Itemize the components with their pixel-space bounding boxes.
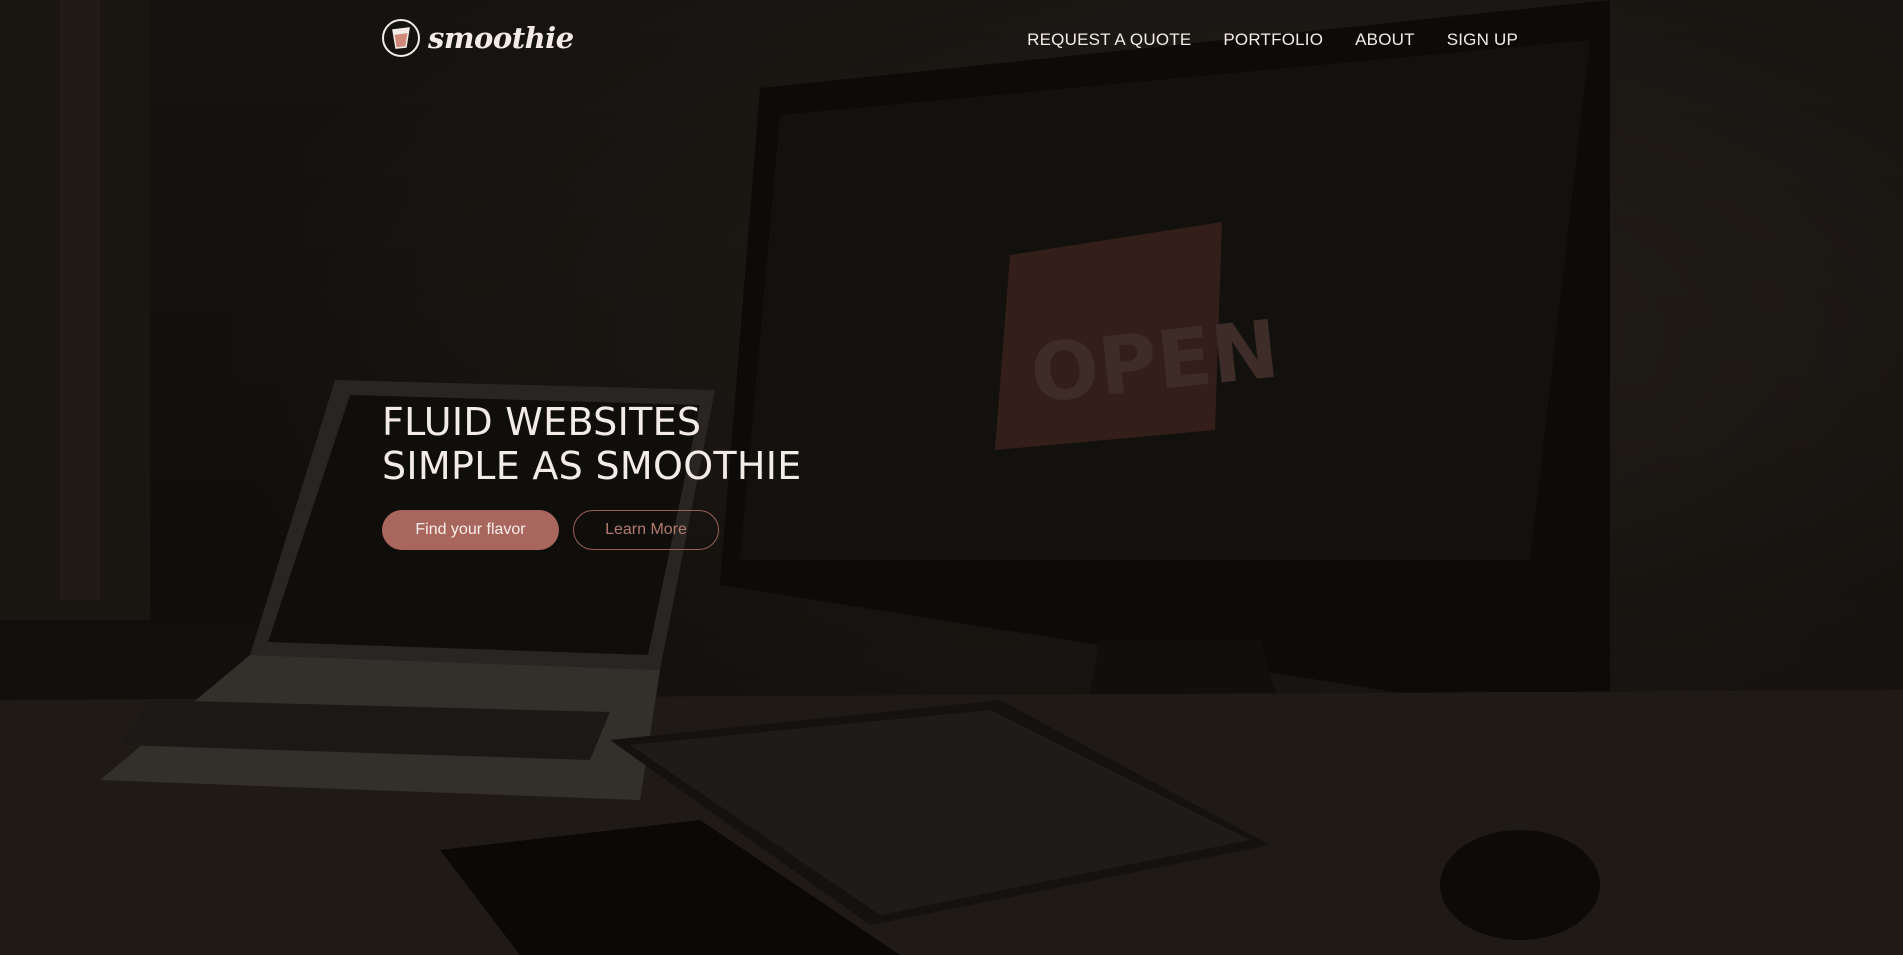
learn-more-button[interactable]: Learn More: [573, 510, 719, 550]
brand-logo[interactable]: smoothie: [382, 19, 574, 57]
site-header: smoothie REQUEST A QUOTE PORTFOLIO ABOUT…: [0, 0, 1903, 80]
main-nav: REQUEST A QUOTE PORTFOLIO ABOUT SIGN UP: [1027, 30, 1518, 50]
nav-sign-up[interactable]: SIGN UP: [1447, 30, 1518, 50]
hero-buttons: Find your flavor Learn More: [382, 510, 802, 550]
hero-title-line-1: FLUID WEBSITES: [382, 400, 702, 444]
hero-section: OPEN smoothie REQUEST A QUOTE PORTFOLIO …: [0, 0, 1903, 955]
hero-title-line-2: SIMPLE AS SMOOTHIE: [382, 444, 802, 488]
hero-content: FLUID WEBSITES SIMPLE AS SMOOTHIE Find y…: [382, 400, 802, 550]
nav-request-a-quote[interactable]: REQUEST A QUOTE: [1027, 30, 1191, 50]
nav-about[interactable]: ABOUT: [1355, 30, 1415, 50]
smoothie-cup-icon: [382, 19, 420, 57]
dark-overlay: [0, 0, 1903, 955]
hero-title: FLUID WEBSITES SIMPLE AS SMOOTHIE: [382, 400, 802, 488]
nav-portfolio[interactable]: PORTFOLIO: [1223, 30, 1323, 50]
brand-name: smoothie: [428, 21, 574, 55]
find-your-flavor-button[interactable]: Find your flavor: [382, 510, 559, 550]
